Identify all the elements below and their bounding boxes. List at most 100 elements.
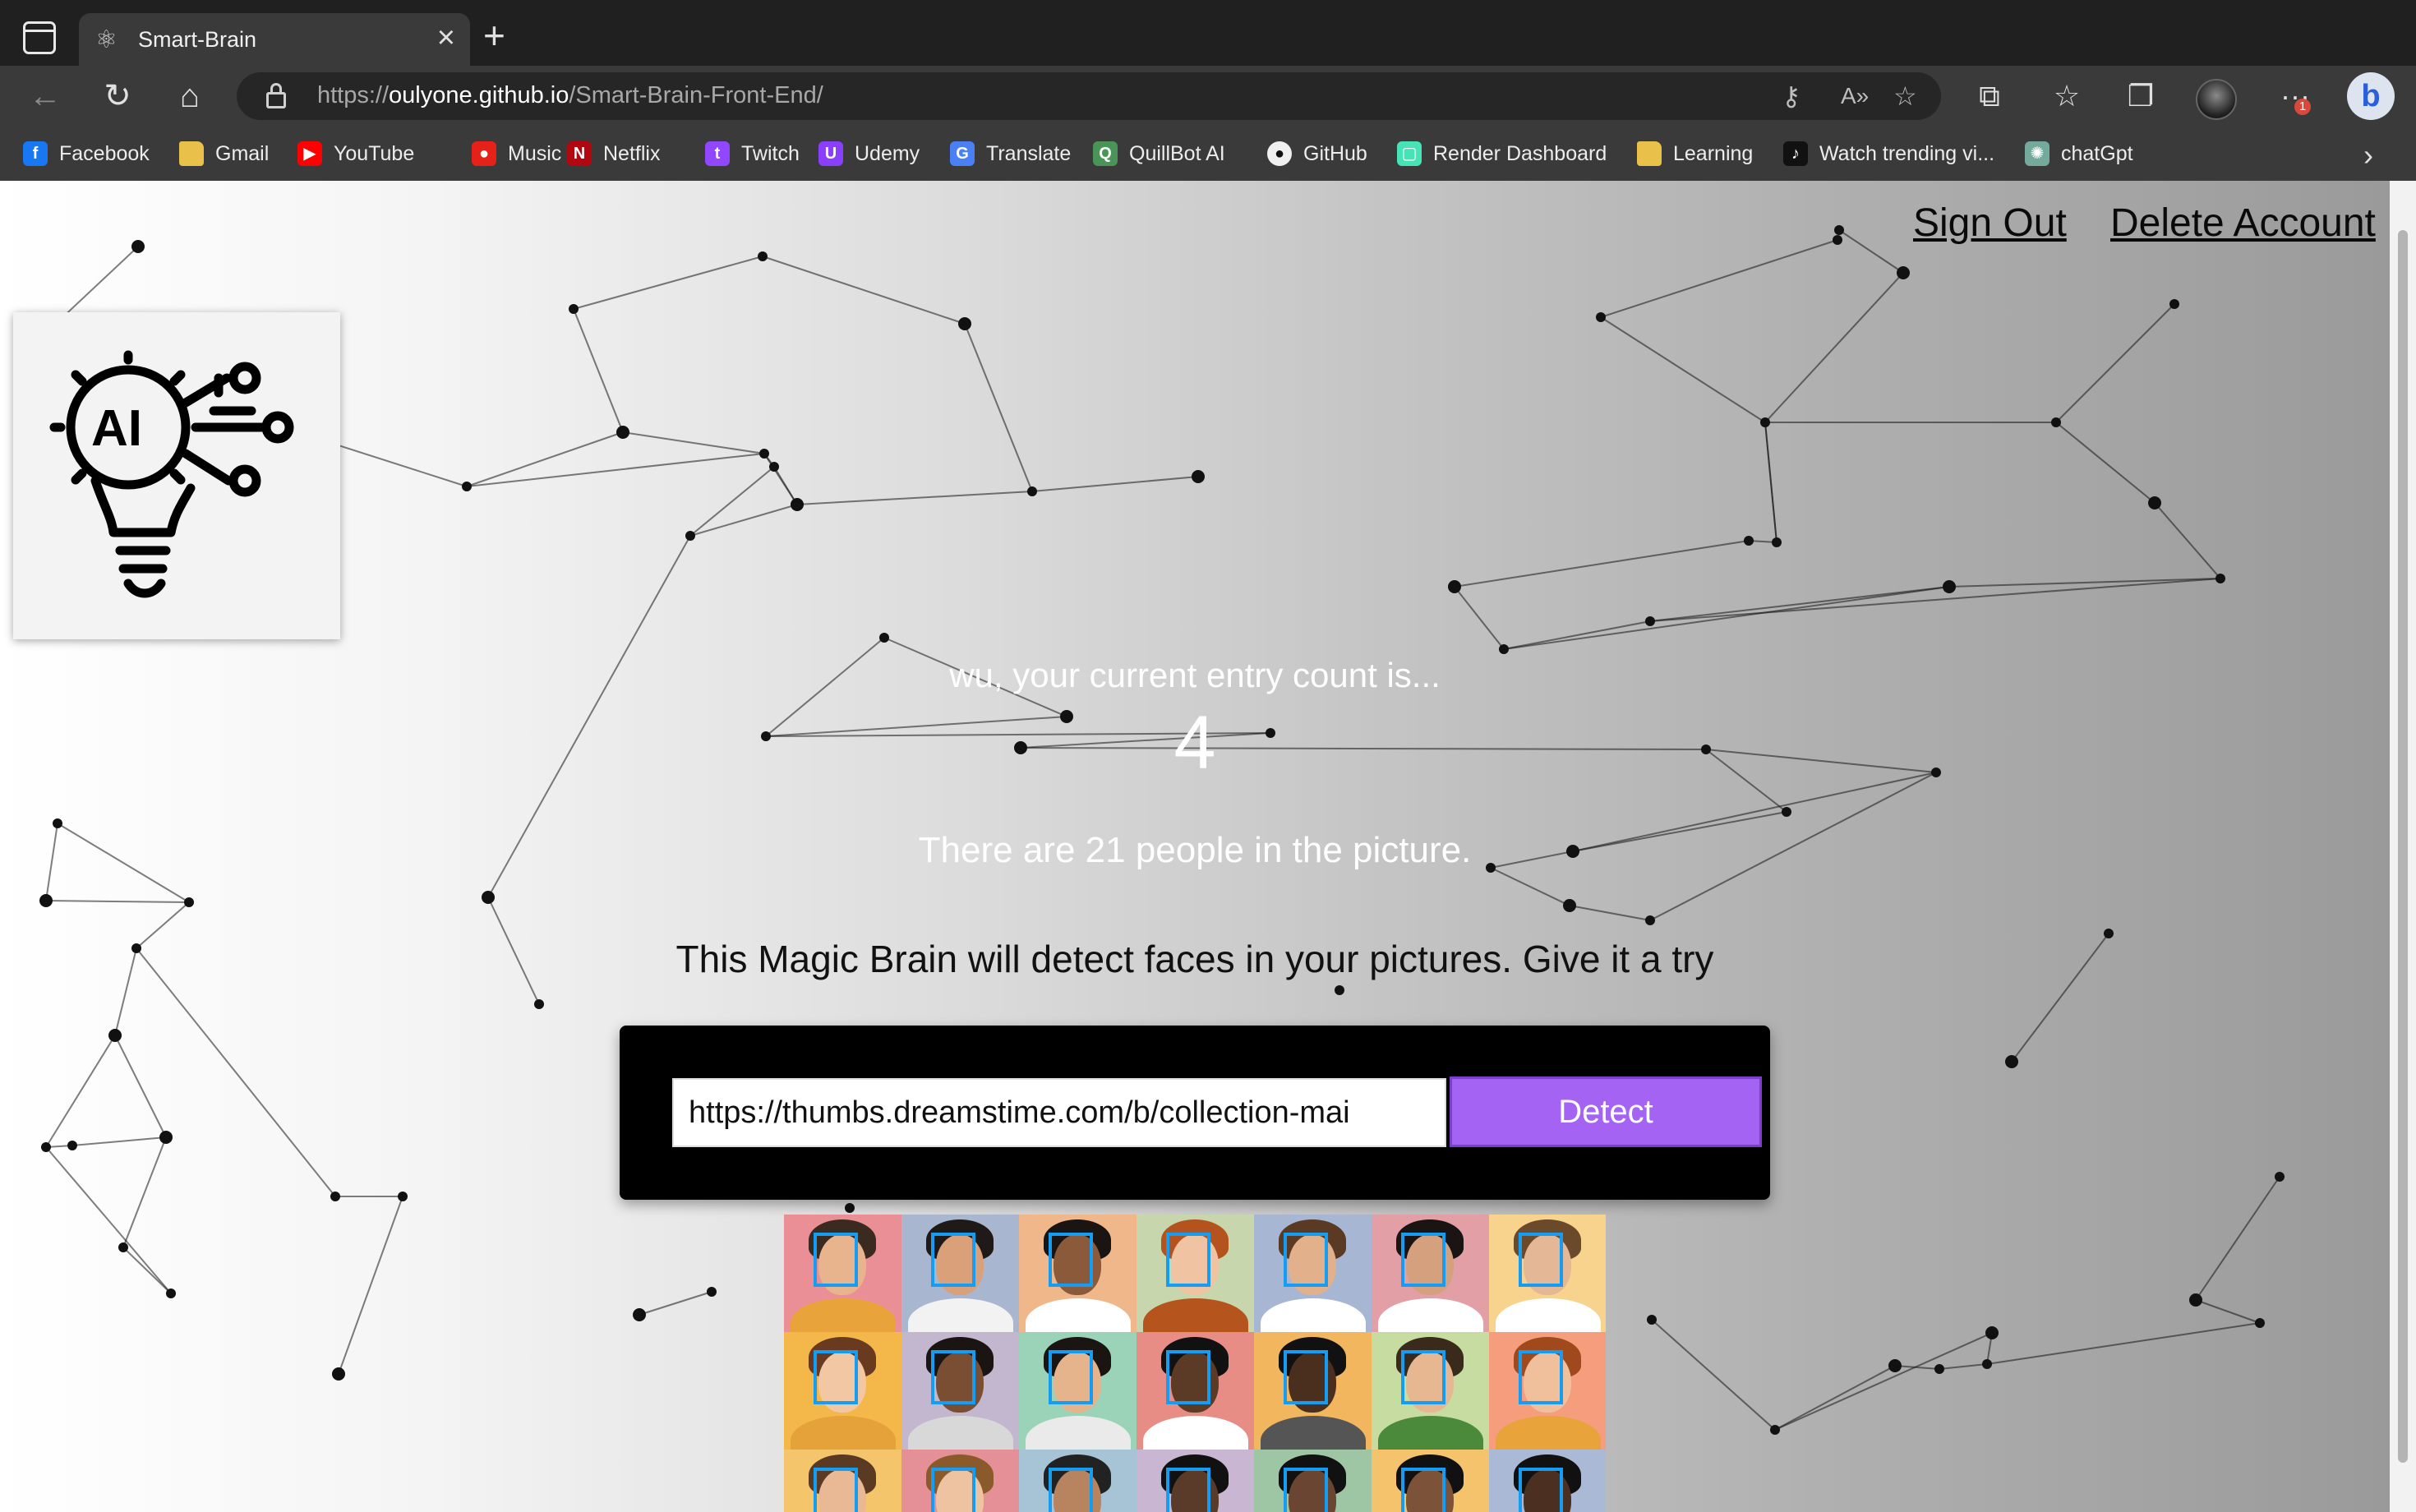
svg-text:AI: AI bbox=[91, 400, 142, 457]
bookmark-chatgpt[interactable]: ✺ chatGpt bbox=[2025, 140, 2133, 168]
page-scrollbar[interactable] bbox=[2390, 181, 2416, 1512]
portrait-shirt bbox=[1496, 1416, 1601, 1450]
portrait-cell bbox=[1489, 1332, 1606, 1450]
particle-link bbox=[1569, 905, 1651, 921]
bookmark-watch-trending-vi[interactable]: ♪ Watch trending vi... bbox=[1783, 140, 1994, 168]
particle-link bbox=[2055, 303, 2175, 423]
folder-icon bbox=[179, 141, 204, 166]
face-bounding-box bbox=[814, 1468, 858, 1512]
home-icon[interactable]: ⌂ bbox=[169, 76, 210, 117]
back-icon[interactable]: ← bbox=[25, 76, 66, 117]
bookmark-label: Facebook bbox=[59, 141, 150, 165]
bookmark-music[interactable]: ● Music bbox=[472, 140, 561, 168]
ai-lightbulb-icon: AI bbox=[49, 350, 294, 598]
particle-dot bbox=[2215, 574, 2225, 583]
lock-icon[interactable] bbox=[266, 83, 286, 108]
bookmark-label: Gmail bbox=[215, 141, 270, 165]
particle-link bbox=[1986, 1322, 2261, 1365]
particle-link bbox=[45, 1146, 172, 1294]
portrait-cell bbox=[1372, 1450, 1489, 1512]
bookmarks-overflow-chevron-icon[interactable]: › bbox=[2363, 138, 2373, 173]
tab-actions-icon[interactable] bbox=[23, 21, 56, 54]
bookmarks-bar: f Facebook Gmail ▶ YouTube ● Music N Netflix t Twi… bbox=[0, 128, 2416, 182]
particle-dot bbox=[398, 1192, 408, 1201]
browser-tab-strip: ⚛ Smart-Brain × + bbox=[0, 0, 2416, 66]
bookmark-facebook[interactable]: f Facebook bbox=[23, 140, 150, 168]
particle-dot bbox=[791, 498, 804, 511]
portrait-shirt bbox=[1143, 1298, 1248, 1332]
face-bounding-box bbox=[1049, 1350, 1093, 1404]
particle-dot bbox=[1897, 266, 1910, 279]
react-favicon-icon: ⚛ bbox=[95, 26, 118, 53]
face-bounding-box bbox=[1049, 1468, 1093, 1512]
face-bounding-box bbox=[931, 1350, 975, 1404]
active-tab[interactable]: ⚛ Smart-Brain × bbox=[79, 13, 470, 66]
brain-logo[interactable]: AI bbox=[13, 312, 340, 639]
particle-link bbox=[1838, 229, 1904, 274]
netflix-icon: N bbox=[567, 141, 592, 166]
bookmark-twitch[interactable]: t Twitch bbox=[705, 140, 800, 168]
bookmark-render-dashboard[interactable]: ▢ Render Dashboard bbox=[1397, 140, 1607, 168]
close-tab-icon[interactable]: × bbox=[437, 21, 455, 54]
particle-dot bbox=[707, 1287, 717, 1297]
bookmark-learning[interactable]: Learning bbox=[1637, 140, 1753, 168]
particle-dot bbox=[759, 449, 769, 459]
particle-dot bbox=[184, 897, 194, 907]
bookmark-quillbot-ai[interactable]: Q QuillBot AI bbox=[1093, 140, 1225, 168]
add-favorite-icon[interactable]: ☆ bbox=[1893, 81, 1917, 112]
particle-dot bbox=[616, 426, 629, 439]
sign-out-link[interactable]: Sign Out bbox=[1913, 201, 2067, 246]
extensions-icon[interactable]: ⧉ bbox=[1969, 77, 2010, 115]
favorites-icon[interactable]: ☆ bbox=[2046, 77, 2087, 115]
bookmark-label: YouTube bbox=[334, 141, 415, 165]
portrait-cell bbox=[901, 1450, 1019, 1512]
collections-icon[interactable]: ❐ bbox=[2120, 77, 2161, 115]
delete-account-link[interactable]: Delete Account bbox=[2110, 201, 2376, 246]
portrait-cell bbox=[1254, 1450, 1372, 1512]
bookmark-gmail[interactable]: Gmail bbox=[179, 140, 269, 168]
particle-dot bbox=[685, 531, 695, 541]
particle-link bbox=[2195, 1176, 2280, 1301]
particle-dot bbox=[534, 999, 544, 1009]
particle-link bbox=[2154, 502, 2221, 579]
bookmark-udemy[interactable]: U Udemy bbox=[818, 140, 920, 168]
particle-dot bbox=[118, 1242, 128, 1252]
github-icon: ● bbox=[1267, 141, 1292, 166]
particle-dot bbox=[39, 894, 53, 907]
page-content: Sign Out Delete Account AI wu, your curr… bbox=[0, 181, 2390, 1512]
particle-dot bbox=[1645, 616, 1655, 626]
particle-dot bbox=[1335, 985, 1344, 995]
read-aloud-icon[interactable]: A» bbox=[1841, 81, 1869, 112]
particle-link bbox=[1651, 1319, 1776, 1431]
bookmark-label: Udemy bbox=[855, 141, 920, 165]
face-bounding-box bbox=[1049, 1233, 1093, 1287]
bookmark-translate[interactable]: G Translate bbox=[950, 140, 1071, 168]
particle-dot bbox=[108, 1029, 122, 1042]
address-bar[interactable]: https://oulyone.github.io/Smart-Brain-Fr… bbox=[237, 72, 1941, 120]
new-tab-icon[interactable]: + bbox=[483, 16, 505, 54]
particle-dot bbox=[332, 1367, 345, 1381]
portrait-shirt bbox=[1378, 1298, 1483, 1332]
bookmark-label: Twitch bbox=[741, 141, 800, 165]
particle-link bbox=[45, 900, 190, 903]
particle-link bbox=[1490, 867, 1570, 906]
scrollbar-thumb[interactable] bbox=[2398, 230, 2408, 1463]
image-link-form: Detect bbox=[620, 1026, 1770, 1200]
particle-link bbox=[114, 1035, 167, 1138]
bookmark-label: Translate bbox=[986, 141, 1072, 165]
particle-dot bbox=[1448, 580, 1461, 593]
bookmark-netflix[interactable]: N Netflix bbox=[567, 140, 660, 168]
bookmark-youtube[interactable]: ▶ YouTube bbox=[297, 140, 414, 168]
detect-button[interactable]: Detect bbox=[1450, 1076, 1762, 1147]
bookmark-github[interactable]: ● GitHub bbox=[1267, 140, 1367, 168]
portrait-cell bbox=[1019, 1215, 1137, 1332]
url-text: https://oulyone.github.io/Smart-Brain-Fr… bbox=[317, 82, 823, 109]
bing-copilot-icon[interactable]: b bbox=[2347, 72, 2395, 120]
particle-link bbox=[466, 453, 765, 487]
image-url-input[interactable] bbox=[672, 1078, 1446, 1147]
refresh-icon[interactable]: ↻ bbox=[97, 76, 138, 117]
particle-dot bbox=[2051, 417, 2061, 427]
profile-avatar[interactable] bbox=[2196, 79, 2237, 120]
password-key-icon[interactable]: ⚷ bbox=[1782, 81, 1800, 112]
portrait-cell bbox=[1489, 1215, 1606, 1332]
